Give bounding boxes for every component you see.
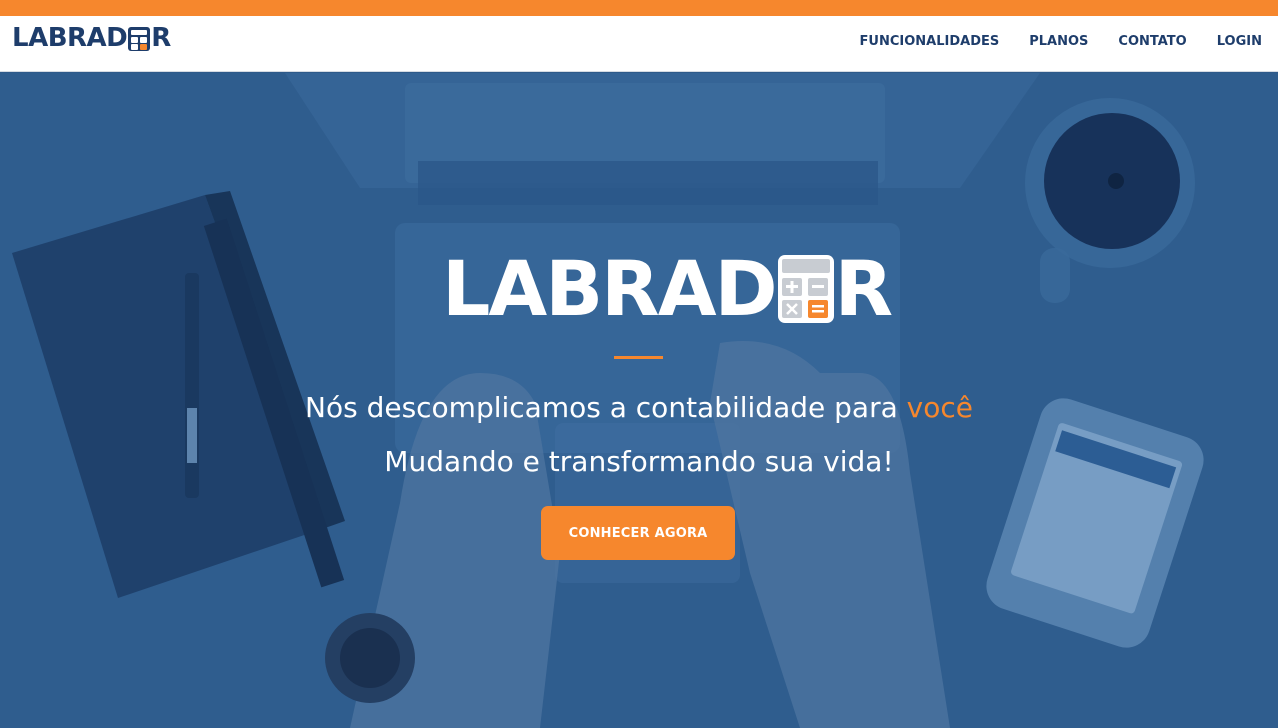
calculator-icon <box>128 27 151 51</box>
nav-link-planos[interactable]: PLANOS <box>1029 32 1088 52</box>
hero-logo-left: LABRAD <box>442 244 778 333</box>
hero-divider <box>614 356 663 359</box>
main-nav: FUNCIONALIDADES PLANOS CONTATO LOGIN <box>860 32 1262 52</box>
hero-tagline: Nós descomplicamos a contabilidade para … <box>0 389 1278 427</box>
nav-link-contato[interactable]: CONTATO <box>1118 32 1186 52</box>
hero-tagline-main: Nós descomplicamos a contabilidade para <box>305 391 907 424</box>
brand-text-left: LABRAD <box>12 23 128 53</box>
top-accent-bar <box>0 0 1278 16</box>
conhecer-agora-button[interactable]: CONHECER AGORA <box>541 506 735 560</box>
hero-logo: LABRAD R <box>442 244 894 333</box>
hero-logo-right: R <box>834 244 894 333</box>
hero-section: LABRAD R Nós descomplicamos a contabilid… <box>0 73 1278 728</box>
brand-text-right: R <box>151 23 171 53</box>
hero-subtitle: Mudando e transformando sua vida! <box>384 445 894 478</box>
nav-link-login[interactable]: LOGIN <box>1217 32 1262 52</box>
brand-logo[interactable]: LABRAD R <box>12 23 171 53</box>
navbar: LABRAD R FUNCIONALIDADES PLANOS CONTATO … <box>0 16 1278 72</box>
calculator-icon <box>777 255 834 323</box>
hero-tagline-accent: você <box>906 391 973 424</box>
nav-link-funcionalidades[interactable]: FUNCIONALIDADES <box>860 32 1000 52</box>
